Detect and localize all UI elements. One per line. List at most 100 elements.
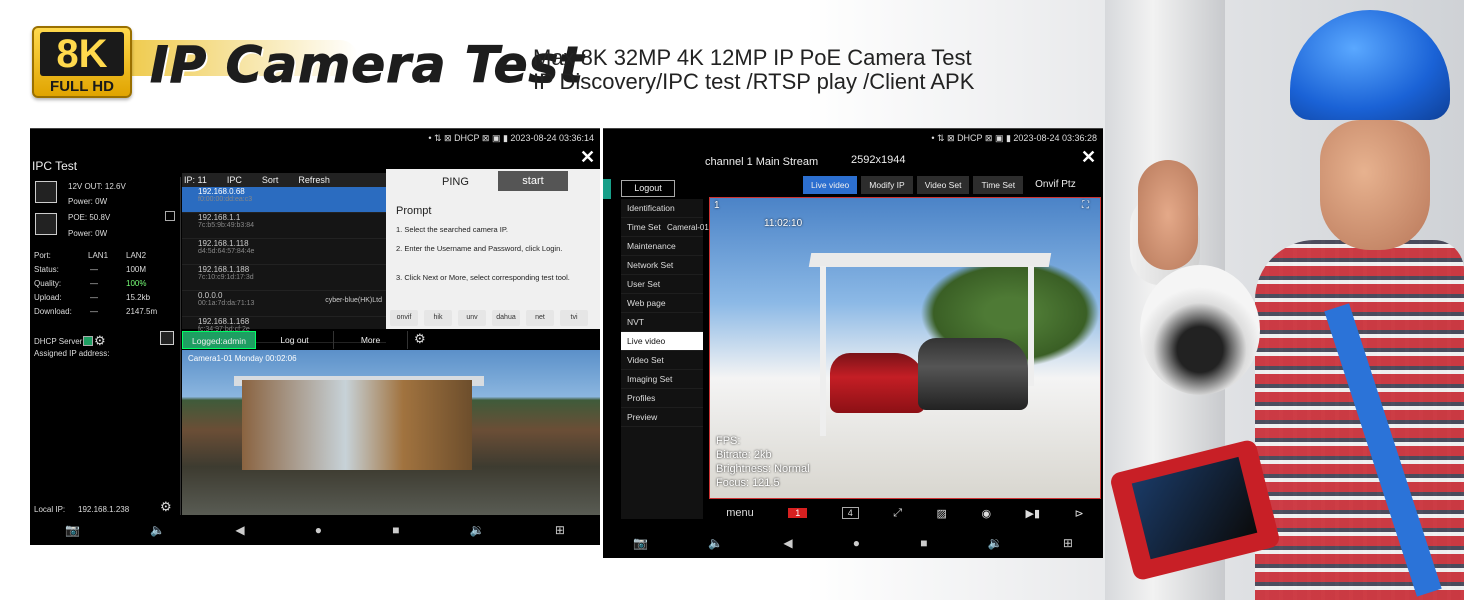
mac-address: d4:5d:64:57:84:4e bbox=[198, 248, 255, 255]
upload-lan2: 15.2kb bbox=[126, 293, 151, 302]
record-icon[interactable]: ▶▮ bbox=[1026, 507, 1041, 520]
single-view-button[interactable]: 1 bbox=[788, 508, 808, 518]
volume-down-icon[interactable]: 🔈 bbox=[708, 536, 723, 550]
ping-label: PING bbox=[442, 176, 469, 188]
ip-list-item[interactable]: 192.168.1.1 7c:b5:9b:49:b3:84 bbox=[182, 213, 386, 239]
menu-item-profiles[interactable]: Profiles bbox=[621, 389, 703, 408]
sort-button[interactable]: Sort bbox=[262, 175, 279, 185]
local-ip-gear-icon[interactable]: ⚙ bbox=[160, 499, 172, 515]
ip-list-header: IP: 11 IPC Sort Refresh bbox=[182, 173, 386, 187]
back-icon[interactable]: ◀ bbox=[235, 523, 244, 537]
apps-icon[interactable]: ⊞ bbox=[1063, 536, 1073, 550]
menu-button[interactable]: menu bbox=[726, 507, 754, 519]
onvif-live-screen: • ⇅ ⊠ DHCP ⊠ ▣ ▮ 2023-08-24 03:36:28 cha… bbox=[603, 128, 1103, 558]
menu-item-preview[interactable]: Preview bbox=[621, 408, 703, 427]
port-header: Port: bbox=[34, 251, 51, 260]
recents-icon[interactable]: ■ bbox=[920, 536, 927, 550]
toolbar-gear-icon[interactable]: ⚙ bbox=[414, 331, 426, 349]
ip-address: 192.168.1.188 bbox=[198, 265, 250, 274]
fullscreen-icon[interactable]: ⛶ bbox=[1082, 200, 1089, 211]
status-bar: • ⇅ ⊠ DHCP ⊠ ▣ ▮ 2023-08-24 03:36:14 bbox=[428, 133, 594, 144]
resolution-label: 2592x1944 bbox=[851, 154, 906, 166]
camera-live-view[interactable]: Camera1-01 Monday 00:02:06 bbox=[182, 350, 600, 517]
worker-face-graphic bbox=[1320, 120, 1430, 250]
home-icon[interactable]: ● bbox=[853, 536, 860, 550]
more-button[interactable]: More bbox=[334, 331, 408, 349]
volume-down-icon[interactable]: 🔈 bbox=[150, 523, 165, 537]
camera-live-view[interactable]: 1 11:02:10 ⛶ FPS: Bitrate: 2kb Brightnes… bbox=[709, 197, 1101, 499]
ip-list-item[interactable]: 192.168.1.118 d4:5d:64:57:84:4e bbox=[182, 239, 386, 265]
protocol-hik-icon[interactable]: hik bbox=[424, 310, 452, 326]
prompt-step-3: 3. Click Next or More, select correspond… bbox=[396, 273, 570, 282]
back-icon[interactable]: ◀ bbox=[783, 536, 792, 550]
protocol-onvif-icon[interactable]: onvif bbox=[390, 310, 418, 326]
tab-modify-ip[interactable]: Modify IP bbox=[861, 176, 913, 194]
ip-list-item[interactable]: 192.168.0.68 f0:00:00:dd:ea:c3 bbox=[182, 187, 386, 213]
menu-item-video-set[interactable]: Video Set bbox=[621, 351, 703, 370]
close-icon[interactable]: ✕ bbox=[1081, 147, 1096, 168]
expand-icon[interactable]: ⤢ bbox=[893, 507, 902, 520]
gallery-icon[interactable]: ▨ bbox=[937, 507, 947, 520]
ping-start-button[interactable]: start bbox=[498, 171, 568, 191]
screenshot-icon[interactable]: 📷 bbox=[633, 536, 648, 550]
menu-item-maintenance[interactable]: Maintenance bbox=[621, 237, 703, 256]
refresh-button[interactable]: Refresh bbox=[298, 175, 330, 185]
tab-onvif-ptz[interactable]: Onvif Ptz bbox=[1027, 176, 1084, 194]
camera-toolbar: Logged:admin Log out More ⚙ bbox=[182, 331, 600, 349]
snapshot-icon[interactable]: ◉ bbox=[981, 507, 991, 520]
info-bitrate: Bitrate: 2kb bbox=[716, 449, 772, 461]
power-port-panel: 12V OUT: 12.6V Power: 0W POE: 50.8V Powe… bbox=[30, 177, 181, 517]
menu-item-web-page[interactable]: Web page bbox=[621, 294, 703, 313]
headline-subtitle: Max 8K 32MP 4K 12MP IP PoE Camera Test I… bbox=[533, 46, 974, 94]
protocol-tvi-icon[interactable]: tvi bbox=[560, 310, 588, 326]
status-icons: • ⇅ ⊠ DHCP ⊠ ▣ ▮ bbox=[931, 133, 1011, 143]
ip-list-item[interactable]: 192.168.1.188 7c:10:c9:1d:17:3d bbox=[182, 265, 386, 291]
subtitle-line-2: IP Discovery/IPC test /RTSP play /Client… bbox=[533, 69, 975, 94]
ipc-filter[interactable]: IPC bbox=[227, 175, 242, 185]
lan2-header: LAN2 bbox=[126, 251, 147, 260]
poe-power: Power: 0W bbox=[68, 229, 108, 238]
quad-view-button[interactable]: 4 bbox=[841, 507, 859, 519]
logged-in-badge: Logged:admin bbox=[182, 331, 256, 349]
header: 8K FULL HD IP Camera Test Max 8K 32MP 4K… bbox=[0, 0, 1464, 120]
menu-item-nvt[interactable]: NVT bbox=[621, 313, 703, 332]
v12-out-label: 12V OUT: 12.6V bbox=[68, 182, 126, 191]
screenshot-icon[interactable]: 📷 bbox=[65, 523, 80, 537]
volume-up-icon[interactable]: 🔉 bbox=[470, 523, 485, 537]
protocol-unv-icon[interactable]: unv bbox=[458, 310, 486, 326]
volume-up-icon[interactable]: 🔉 bbox=[988, 536, 1003, 550]
red-car-graphic bbox=[830, 353, 925, 413]
close-icon[interactable]: ✕ bbox=[580, 147, 595, 168]
dhcp-gear-icon[interactable]: ⚙ bbox=[94, 333, 106, 349]
worker-hand-graphic bbox=[1138, 160, 1198, 270]
headline-title: IP Camera Test bbox=[149, 36, 585, 95]
tab-time-set[interactable]: Time Set bbox=[973, 176, 1024, 194]
logout-button[interactable]: Logout bbox=[621, 180, 675, 197]
protocol-dahua-icon[interactable]: dahua bbox=[492, 310, 520, 326]
protocol-icons-row: onvif hik unv dahua net tvi bbox=[386, 307, 600, 329]
status-lan2: 100M bbox=[126, 265, 147, 274]
next-icon[interactable]: ⊳ bbox=[1075, 507, 1084, 520]
poe-icon bbox=[35, 213, 57, 235]
quality-lan2: 100% bbox=[126, 279, 147, 288]
mac-address: f0:00:00:dd:ea:c3 bbox=[198, 196, 253, 203]
menu-item-imaging-set[interactable]: Imaging Set bbox=[621, 370, 703, 389]
logout-button[interactable]: Log out bbox=[256, 331, 334, 349]
dhcp-checkbox[interactable] bbox=[83, 336, 93, 346]
ip-list-item[interactable]: 0.0.0.0 00:1a:7d:da:71:13 cyber-blue(HK)Lt… bbox=[182, 291, 386, 317]
quality-row-label: Quality: bbox=[34, 279, 62, 288]
apps-icon[interactable]: ⊞ bbox=[555, 523, 565, 537]
menu-item-live-video[interactable]: Live video bbox=[621, 332, 703, 351]
poe-checkbox[interactable] bbox=[165, 211, 175, 221]
tab-video-set[interactable]: Video Set bbox=[916, 176, 970, 194]
upload-row-label: Upload: bbox=[34, 293, 62, 302]
home-icon[interactable]: ● bbox=[315, 523, 322, 537]
screen-title: IPC Test bbox=[32, 159, 78, 173]
menu-item-user-set[interactable]: User Set bbox=[621, 275, 703, 294]
protocol-net-icon[interactable]: net bbox=[526, 310, 554, 326]
tab-live-video[interactable]: Live video bbox=[803, 176, 858, 194]
menu-item-network-set[interactable]: Network Set bbox=[621, 256, 703, 275]
recents-icon[interactable]: ■ bbox=[392, 523, 399, 537]
menu-item-identification[interactable]: Identification bbox=[621, 199, 703, 218]
info-icon[interactable] bbox=[160, 331, 174, 345]
